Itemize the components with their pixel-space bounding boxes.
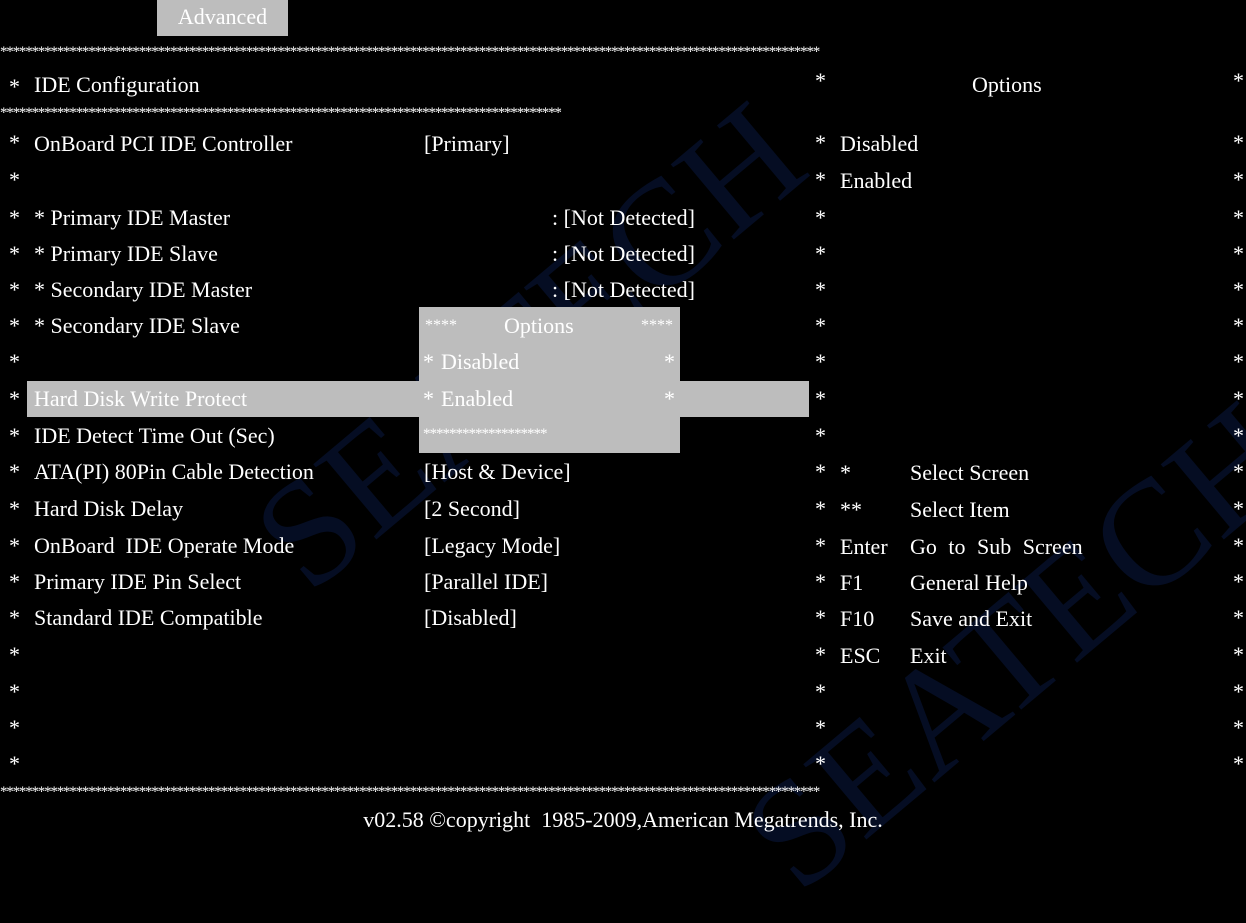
- key-help-key: *: [840, 460, 851, 485]
- setting-value: [Legacy Mode]: [424, 533, 561, 558]
- border-bottom: ****************************************…: [0, 784, 820, 800]
- setting-label: * Secondary IDE Master: [34, 277, 253, 302]
- setting-label: Standard IDE Compatible: [34, 605, 263, 630]
- setting-label: * Secondary IDE Slave: [34, 313, 240, 338]
- key-help-desc: General Help: [910, 570, 1028, 595]
- key-help-key: F1: [840, 570, 864, 595]
- popup-option-label: Disabled: [441, 349, 520, 374]
- setting-label: OnBoard IDE Operate Mode: [34, 533, 295, 558]
- setting-label: * Primary IDE Master: [34, 205, 231, 230]
- popup-bullet: *: [664, 349, 675, 374]
- options-popup: **** Options **** * Disabled * * Enabled…: [419, 307, 680, 453]
- popup-title: Options: [504, 313, 574, 338]
- help-option-disabled: Disabled: [840, 131, 919, 156]
- setting-label: ATA(PI) 80Pin Cable Detection: [34, 459, 314, 484]
- help-panel-title: Options: [972, 72, 1042, 97]
- key-help-key: ESC: [840, 643, 881, 668]
- footer-copyright: v02.58 ©copyright 1985-2009,American Meg…: [363, 807, 883, 832]
- key-help-desc: Exit: [910, 643, 947, 668]
- setting-label: * Primary IDE Slave: [34, 241, 218, 266]
- key-help-key: F10: [840, 606, 875, 631]
- key-help-key: Enter: [840, 534, 888, 559]
- setting-value: [2 Second]: [424, 496, 520, 521]
- border-top: ****************************************…: [0, 44, 820, 60]
- key-help-desc: Select Item: [910, 497, 1010, 522]
- setting-value: [Disabled]: [424, 605, 517, 630]
- popup-bullet: *: [664, 386, 675, 411]
- setting-label: Hard Disk Delay: [34, 496, 184, 521]
- section-title: IDE Configuration: [34, 72, 200, 97]
- tab-advanced[interactable]: Advanced: [157, 0, 288, 36]
- popup-title-stars: ****: [425, 317, 457, 334]
- setting-value: [Host & Device]: [424, 459, 571, 484]
- popup-option-label: Enabled: [441, 386, 514, 411]
- setting-label: Primary IDE Pin Select: [34, 569, 242, 594]
- key-help-desc: Go to Sub Screen: [910, 534, 1083, 559]
- setting-label: IDE Detect Time Out (Sec): [34, 423, 275, 448]
- popup-bullet: *: [423, 386, 434, 411]
- setting-label: OnBoard PCI IDE Controller: [34, 131, 293, 156]
- popup-bullet: *: [423, 349, 434, 374]
- setting-value: : [Not Detected]: [552, 205, 695, 230]
- key-help-key: **: [840, 497, 862, 522]
- setting-value: [Parallel IDE]: [424, 569, 548, 594]
- section-separator: ****************************************…: [0, 105, 562, 121]
- setting-value: : [Not Detected]: [552, 241, 695, 266]
- watermark: SEATECH: [713, 370, 1246, 922]
- setting-value: [Primary]: [424, 131, 510, 156]
- setting-value: : [Not Detected]: [552, 277, 695, 302]
- help-option-enabled: Enabled: [840, 168, 913, 193]
- popup-bottom-border: *******************: [423, 426, 547, 442]
- setting-label: Hard Disk Write Protect: [34, 386, 248, 411]
- popup-title-stars: ****: [641, 317, 673, 334]
- key-help-desc: Save and Exit: [910, 606, 1033, 631]
- key-help-desc: Select Screen: [910, 460, 1030, 485]
